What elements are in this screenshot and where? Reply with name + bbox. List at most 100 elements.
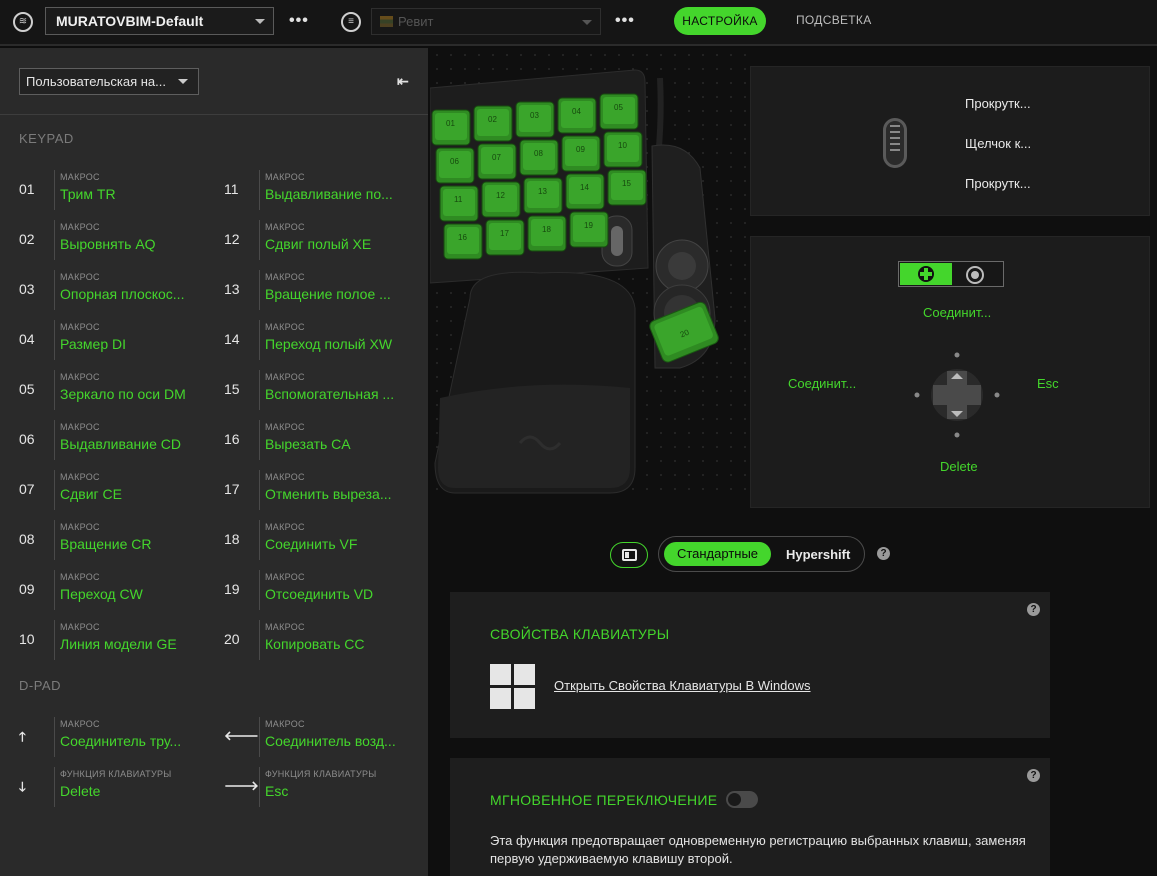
wheel-click-binding[interactable]: Щелчок к...: [965, 136, 1031, 151]
dpad-binding-row[interactable]: 🡒 ФУНКЦИЯ КЛАВИАТУРЫ Esc: [224, 767, 414, 809]
binding-name: Размер DI: [60, 336, 127, 352]
keycap-2[interactable]: 02: [473, 105, 513, 142]
tab-lighting[interactable]: ПОДСВЕТКА: [796, 13, 872, 27]
key-number: 04: [19, 331, 35, 347]
keycap-14[interactable]: 14: [565, 173, 605, 210]
keycap-11[interactable]: 11: [439, 185, 479, 222]
key-binding-row[interactable]: 18 МАКРОС Соединить VF: [224, 520, 414, 562]
key-binding-row[interactable]: 19 МАКРОС Отсоединить VD: [224, 570, 414, 612]
key-binding-row[interactable]: 03 МАКРОС Опорная плоскос...: [19, 270, 209, 312]
key-binding-row[interactable]: 07 МАКРОС Сдвиг CE: [19, 470, 209, 512]
keycap-8[interactable]: 08: [519, 139, 559, 176]
keycap-9[interactable]: 09: [561, 135, 601, 172]
divider: [259, 470, 260, 510]
key-binding-row[interactable]: 05 МАКРОС Зеркало по оси DM: [19, 370, 209, 412]
binding-name: Выдавливание по...: [265, 186, 393, 202]
keycap-5[interactable]: 05: [599, 93, 639, 130]
keycap-1[interactable]: 01: [431, 109, 471, 146]
keycap-19[interactable]: 19: [569, 211, 609, 248]
app-more-button[interactable]: •••: [615, 12, 635, 30]
collapse-sidebar-icon[interactable]: ⇤: [397, 73, 413, 89]
scroll-up-binding[interactable]: Прокрутк...: [965, 96, 1031, 111]
key-binding-row[interactable]: 02 МАКРОС Выровнять AQ: [19, 220, 209, 262]
snap-tap-help-icon[interactable]: ?: [1027, 769, 1040, 782]
keycap-15[interactable]: 15: [607, 169, 647, 206]
scroll-down-binding[interactable]: Прокрутк...: [965, 176, 1031, 191]
key-binding-row[interactable]: 01 МАКРОС Трим TR: [19, 170, 209, 212]
dpad-binding-row[interactable]: 🡓 ФУНКЦИЯ КЛАВИАТУРЫ Delete: [19, 767, 209, 809]
key-binding-row[interactable]: 17 МАКРОС Отменить выреза...: [224, 470, 414, 512]
mode-hypershift[interactable]: Hypershift: [786, 547, 850, 562]
keycap-label: 12: [496, 191, 505, 200]
key-number: 20: [224, 631, 240, 647]
profile-select[interactable]: MURATOVBIM-Default: [45, 7, 274, 35]
key-binding-row[interactable]: 15 МАКРОС Вспомогательная ...: [224, 370, 414, 412]
keycap-7[interactable]: 07: [477, 143, 517, 180]
dpad-panel: Соединит... Соединит... Esc Delete: [750, 236, 1150, 508]
keycap-12[interactable]: 12: [481, 181, 521, 218]
binding-name: Опорная плоскос...: [60, 286, 185, 302]
keycap-6[interactable]: 06: [435, 147, 475, 184]
divider: [54, 220, 55, 260]
keycap-10[interactable]: 10: [603, 131, 643, 168]
list-icon[interactable]: ≡: [341, 12, 361, 32]
key-binding-row[interactable]: 10 МАКРОС Линия модели GE: [19, 620, 209, 662]
keycap-17[interactable]: 17: [485, 219, 525, 256]
dpad-down-binding[interactable]: Delete: [940, 459, 978, 474]
layers-icon[interactable]: ≋: [13, 12, 33, 32]
binding-type: МАКРОС: [265, 422, 305, 432]
binding-type: МАКРОС: [60, 472, 100, 482]
dpad-binding-row[interactable]: 🡐 МАКРОС Соединитель возд...: [224, 717, 414, 759]
config-select[interactable]: Пользовательская на...: [19, 68, 199, 95]
binding-type: МАКРОС: [60, 372, 100, 382]
binding-type: МАКРОС: [60, 522, 100, 532]
mode-switch[interactable]: Стандартные Hypershift: [658, 536, 865, 572]
keycap-3[interactable]: 03: [515, 101, 555, 138]
binding-type: МАКРОС: [265, 719, 305, 729]
key-binding-row[interactable]: 11 МАКРОС Выдавливание по...: [224, 170, 414, 212]
divider: [259, 620, 260, 660]
key-binding-row[interactable]: 14 МАКРОС Переход полый XW: [224, 320, 414, 362]
dpad-mode-active[interactable]: [900, 263, 952, 285]
dpad-up-binding[interactable]: Соединит...: [923, 305, 991, 320]
key-binding-row[interactable]: 13 МАКРОС Вращение полое ...: [224, 270, 414, 312]
keyboard-properties-help-icon[interactable]: ?: [1027, 603, 1040, 616]
binding-name: Выдавливание CD: [60, 436, 181, 452]
dpad-left-binding[interactable]: Соединит...: [788, 376, 856, 391]
keycap-label: 04: [572, 107, 581, 116]
keycap-16[interactable]: 16: [443, 223, 483, 260]
binding-type: МАКРОС: [60, 222, 100, 232]
joystick-icon[interactable]: [965, 265, 985, 285]
snap-tap-toggle[interactable]: [726, 791, 758, 808]
dpad-mode-toggle[interactable]: [898, 261, 1004, 287]
mode-standard[interactable]: Стандартные: [664, 542, 771, 566]
key-binding-row[interactable]: 06 МАКРОС Выдавливание CD: [19, 420, 209, 462]
binding-type: МАКРОС: [60, 572, 100, 582]
key-number: 14: [224, 331, 240, 347]
divider: [54, 170, 55, 210]
tab-settings[interactable]: НАСТРОЙКА: [674, 7, 766, 35]
app-icon: [380, 16, 393, 27]
key-binding-row[interactable]: 09 МАКРОС Переход CW: [19, 570, 209, 612]
key-binding-row[interactable]: 16 МАКРОС Вырезать CA: [224, 420, 414, 462]
device-layout-button[interactable]: [610, 542, 648, 568]
key-binding-row[interactable]: 04 МАКРОС Размер DI: [19, 320, 209, 362]
top-bar: ≋ MURATOVBIM-Default ••• ≡ Ревит ••• НАС…: [0, 0, 1157, 46]
key-number: 17: [224, 481, 240, 497]
binding-type: МАКРОС: [60, 422, 100, 432]
profile-more-button[interactable]: •••: [289, 12, 309, 30]
keycap-4[interactable]: 04: [557, 97, 597, 134]
divider: [259, 270, 260, 310]
keycap-18[interactable]: 18: [527, 215, 567, 252]
dpad-right-binding[interactable]: Esc: [1037, 376, 1059, 391]
key-binding-row[interactable]: 12 МАКРОС Сдвиг полый XE: [224, 220, 414, 262]
divider: [54, 520, 55, 560]
key-binding-row[interactable]: 08 МАКРОС Вращение CR: [19, 520, 209, 562]
keycap-label: 06: [450, 157, 459, 166]
mode-help-icon[interactable]: ?: [877, 547, 890, 560]
keycap-13[interactable]: 13: [523, 177, 563, 214]
dpad-binding-row[interactable]: 🡑 МАКРОС Соединитель тру...: [19, 717, 209, 759]
key-binding-row[interactable]: 20 МАКРОС Копировать CC: [224, 620, 414, 662]
linked-app-select[interactable]: Ревит: [371, 8, 601, 35]
open-windows-keyboard-properties-link[interactable]: Открыть Свойства Клавиатуры В Windows: [554, 678, 811, 693]
